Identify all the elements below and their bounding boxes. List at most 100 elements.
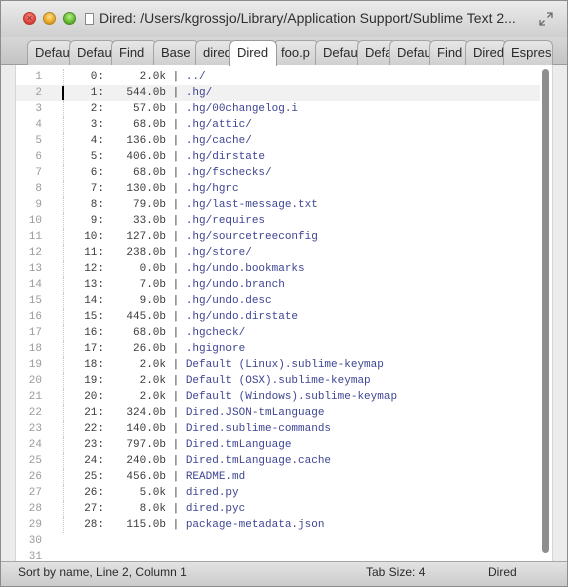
editor-line[interactable]: 28 27: 8.0k | dired.pyc <box>16 501 540 517</box>
editor-line[interactable]: 4 3: 68.0b | .hg/attic/ <box>16 117 540 133</box>
entry-index: 6: <box>90 167 104 179</box>
indent-guide <box>63 293 64 309</box>
editor-line[interactable]: 5 4: 136.0b | .hg/cache/ <box>16 133 540 149</box>
indent-guide <box>63 405 64 421</box>
tab-1[interactable]: Default <box>69 40 115 65</box>
file-entry: 7: 130.0b | .hg/hgrc <box>78 181 239 197</box>
tab-11[interactable]: Dired <box>465 40 507 65</box>
line-number: 22 <box>28 407 42 419</box>
entry-filename: .hg/undo.branch <box>185 279 285 291</box>
tab-6[interactable]: foo.p <box>273 40 319 65</box>
entry-size: 2.0k <box>139 375 166 387</box>
entry-index: 24: <box>84 455 104 467</box>
indent-guide <box>63 469 64 485</box>
entry-index: 3: <box>90 119 104 131</box>
indent-guide <box>63 309 64 325</box>
editor-line[interactable]: 16 15: 445.0b | .hg/undo.dirstate <box>16 309 540 325</box>
editor-line[interactable]: 21 20: 2.0k | Default (Windows).sublime-ke… <box>16 389 540 405</box>
entry-index: 1: <box>90 87 104 99</box>
app-window: × Dired: /Users/kgrossjo/Library/Applica… <box>0 0 568 587</box>
editor-line[interactable]: 14 13: 7.0b | .hg/undo.branch <box>16 277 540 293</box>
entry-size: 456.0b <box>126 471 166 483</box>
editor-line[interactable]: 20 19: 2.0k | Default (OSX).sublime-keymap <box>16 373 540 389</box>
editor-line[interactable]: 2 1: 544.0b | .hg/ <box>16 85 540 101</box>
editor-line[interactable]: 24 23: 797.0b | Dired.tmLanguage <box>16 437 540 453</box>
editor-line[interactable]: 1 0: 2.0k | ../ <box>16 69 540 85</box>
editor-line[interactable]: 27 26: 5.0k | dired.py <box>16 485 540 501</box>
entry-size: 0.0b <box>139 263 166 275</box>
entry-filename: .hg/undo.bookmarks <box>185 263 305 275</box>
indent-guide <box>63 181 64 197</box>
editor-line[interactable]: 18 17: 26.0b | .hgignore <box>16 341 540 357</box>
editor-line[interactable]: 30 <box>16 533 540 549</box>
zoom-button[interactable] <box>63 12 76 25</box>
editor-line[interactable]: 26 25: 456.0b | README.md <box>16 469 540 485</box>
line-number: 28 <box>28 503 42 515</box>
tab-bar: Default Default Find Base dired Dired foo.p Def… <box>1 37 567 66</box>
vertical-scrollbar[interactable] <box>542 69 549 553</box>
indent-guide <box>63 245 64 261</box>
fullscreen-icon[interactable] <box>539 12 553 26</box>
editor-line[interactable]: 23 22: 140.0b | Dired.sublime-commands <box>16 421 540 437</box>
entry-index: 21: <box>84 407 104 419</box>
editor-line[interactable]: 25 24: 240.0b | Dired.tmLanguage.cache <box>16 453 540 469</box>
entry-separator: | <box>166 263 186 275</box>
editor-line[interactable]: 9 8: 79.0b | .hg/last-message.txt <box>16 197 540 213</box>
tab-10[interactable]: Find <box>429 40 469 65</box>
entry-filename: package-metadata.json <box>185 519 325 531</box>
line-number: 4 <box>35 119 42 131</box>
entry-separator: | <box>166 71 186 83</box>
tab-3[interactable]: Base <box>153 40 199 65</box>
editor-line[interactable]: 6 5: 406.0b | .hg/dirstate <box>16 149 540 165</box>
tab-0[interactable]: Default <box>27 40 73 65</box>
tab-2[interactable]: Find <box>111 40 157 65</box>
indent-guide <box>63 325 64 341</box>
text-caret <box>62 86 64 100</box>
file-entry: 8: 79.0b | .hg/last-message.txt <box>78 197 318 213</box>
file-entry: 17: 26.0b | .hgignore <box>78 341 245 357</box>
editor-line[interactable]: 29 28: 115.0b | package-metadata.json <box>16 517 540 533</box>
file-entry: 23: 797.0b | Dired.tmLanguage <box>78 437 291 453</box>
indent-guide <box>63 501 64 517</box>
tab-5[interactable]: Dired <box>229 40 277 66</box>
editor-line[interactable]: 8 7: 130.0b | .hg/hgrc <box>16 181 540 197</box>
editor-view[interactable]: 1 0: 2.0k | ../2 1: 544.0b | .hg/3 2: 57.0b | … <box>15 65 553 563</box>
editor-line[interactable]: 7 6: 68.0b | .hg/fschecks/ <box>16 165 540 181</box>
entry-index: 0: <box>90 71 104 83</box>
status-syntax[interactable]: Dired <box>488 564 517 580</box>
entry-filename: .hg/undo.dirstate <box>185 311 299 323</box>
editor-line[interactable]: 13 12: 0.0b | .hg/undo.bookmarks <box>16 261 540 277</box>
editor-line[interactable]: 3 2: 57.0b | .hg/00changelog.i <box>16 101 540 117</box>
entry-index: 2: <box>90 103 104 115</box>
file-entry: 18: 2.0k | Default (Linux).sublime-keymap <box>78 357 384 373</box>
close-button[interactable]: × <box>23 12 36 25</box>
editor-line[interactable]: 10 9: 33.0b | .hg/requires <box>16 213 540 229</box>
editor-line[interactable]: 22 21: 324.0b | Dired.JSON-tmLanguage <box>16 405 540 421</box>
entry-size: 136.0b <box>126 135 166 147</box>
title-bar[interactable]: × Dired: /Users/kgrossjo/Library/Applica… <box>1 1 567 37</box>
editor-line[interactable]: 11 10: 127.0b | .hg/sourcetreeconfig <box>16 229 540 245</box>
line-number: 8 <box>35 183 42 195</box>
editor-line[interactable]: 19 18: 2.0k | Default (Linux).sublime-keym… <box>16 357 540 373</box>
editor-line[interactable]: 12 11: 238.0b | .hg/store/ <box>16 245 540 261</box>
indent-guide <box>63 261 64 277</box>
file-entry: 13: 7.0b | .hg/undo.branch <box>78 277 285 293</box>
file-entry: 19: 2.0k | Default (OSX).sublime-keymap <box>78 373 370 389</box>
indent-guide <box>63 277 64 293</box>
minimize-button[interactable] <box>43 12 56 25</box>
editor-line[interactable]: 15 14: 9.0b | .hg/undo.desc <box>16 293 540 309</box>
entry-size: 2.0k <box>139 359 166 371</box>
entry-index: 11: <box>84 247 104 259</box>
tab-7[interactable]: Default <box>315 40 361 65</box>
entry-index: 19: <box>84 375 104 387</box>
line-number: 12 <box>28 247 42 259</box>
tab-12[interactable]: Espres <box>503 40 553 65</box>
status-tab-size[interactable]: Tab Size: 4 <box>366 564 425 580</box>
entry-separator: | <box>166 103 186 115</box>
tab-9[interactable]: Default <box>389 40 433 65</box>
editor-line[interactable]: 17 16: 68.0b | .hgcheck/ <box>16 325 540 341</box>
entry-size: 8.0k <box>139 503 166 515</box>
entry-size: 7.0b <box>139 279 166 291</box>
line-number: 7 <box>35 167 42 179</box>
entry-size: 445.0b <box>126 311 166 323</box>
